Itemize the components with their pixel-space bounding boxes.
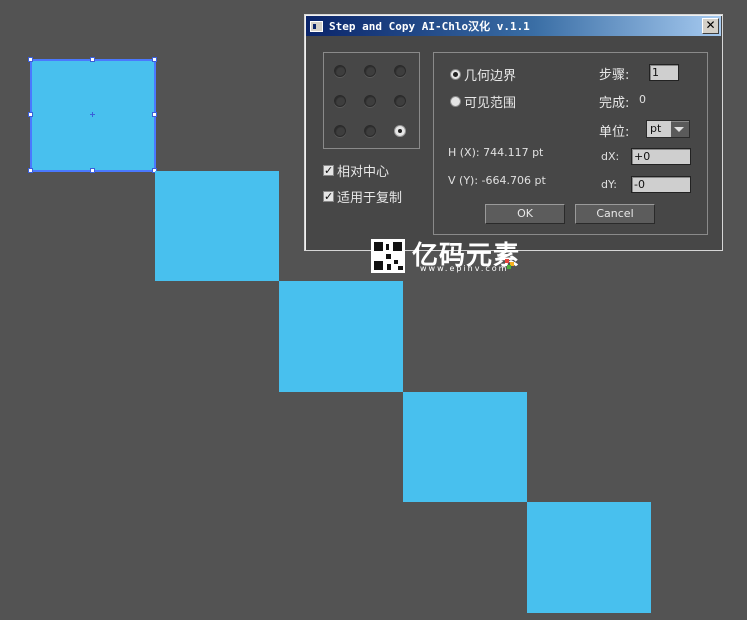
chevron-down-icon: [674, 127, 684, 132]
radio-selected-icon: [450, 69, 461, 80]
done-label: 完成:: [599, 96, 630, 111]
dialog-title: Step and Copy AI-Chlo汉化 v.1.1: [329, 20, 530, 33]
done-value: 0: [639, 93, 646, 106]
dy-label: dY:: [601, 178, 617, 191]
radio-unselected-icon: [450, 96, 461, 107]
dy-input[interactable]: -0: [631, 176, 691, 193]
geometric-bounds-label: 几何边界: [464, 69, 517, 84]
apply-to-copy-checkbox[interactable]: ✓ 适用于复制: [323, 187, 402, 206]
unit-select[interactable]: pt: [646, 120, 690, 138]
relative-center-checkbox[interactable]: ✓ 相对中心: [323, 161, 389, 180]
anchor-dot-center[interactable]: [364, 95, 376, 107]
anchor-dot-middle-left[interactable]: [334, 95, 346, 107]
anchor-dot-top-center[interactable]: [364, 65, 376, 77]
selection-handle[interactable]: [28, 112, 33, 117]
dialog-titlebar[interactable]: Step and Copy AI-Chlo汉化 v.1.1 ✕: [306, 16, 721, 36]
dx-label: dX:: [601, 150, 620, 163]
close-button[interactable]: ✕: [702, 18, 719, 34]
h-offset-readout: H (X): 744.117 pt: [448, 146, 544, 159]
anchor-dot-bottom-right[interactable]: [394, 125, 406, 137]
qr-code-icon: [371, 239, 405, 273]
selection-center-mark: [90, 112, 95, 117]
steps-input[interactable]: 1: [649, 64, 679, 81]
anchor-dot-top-right[interactable]: [394, 65, 406, 77]
copied-square[interactable]: [155, 171, 279, 281]
cancel-button[interactable]: Cancel: [575, 204, 655, 224]
step-and-copy-dialog: Step and Copy AI-Chlo汉化 v.1.1 ✕ ✓ 相对中心 ✓…: [304, 14, 723, 251]
selection-handle[interactable]: [90, 57, 95, 62]
v-offset-readout: V (Y): -664.706 pt: [448, 174, 546, 187]
selection-handle[interactable]: [152, 112, 157, 117]
geometric-bounds-radio[interactable]: 几何边界: [450, 65, 516, 84]
options-panel: 几何边界 可见范围 H (X): 744.117 pt V (Y): -664.…: [433, 52, 708, 235]
copied-square[interactable]: [403, 392, 527, 502]
checkmark-icon: ✓: [323, 164, 334, 177]
anchor-dot-top-left[interactable]: [334, 65, 346, 77]
checkmark-icon: ✓: [323, 190, 334, 203]
relative-center-label: 相对中心: [337, 165, 390, 180]
watermark-logo-icon: [505, 259, 519, 269]
anchor-dot-bottom-center[interactable]: [364, 125, 376, 137]
selection-handle[interactable]: [90, 168, 95, 173]
apply-to-copy-label: 适用于复制: [337, 191, 403, 206]
anchor-dot-bottom-left[interactable]: [334, 125, 346, 137]
copied-square[interactable]: [527, 502, 651, 613]
selection-handle[interactable]: [152, 57, 157, 62]
watermark: 亿码元素 www.epinv.com: [371, 239, 521, 275]
watermark-url: www.epinv.com: [420, 264, 509, 273]
visible-bounds-label: 可见范围: [464, 96, 517, 111]
steps-label: 步骤:: [599, 68, 630, 83]
anchor-point-grid: [323, 52, 420, 149]
anchor-dot-middle-right[interactable]: [394, 95, 406, 107]
selection-handle[interactable]: [28, 168, 33, 173]
copied-square[interactable]: [279, 281, 403, 392]
unit-select-value: pt: [647, 121, 671, 137]
unit-label: 单位:: [599, 125, 630, 140]
dx-input[interactable]: +0: [631, 148, 691, 165]
visible-bounds-radio[interactable]: 可见范围: [450, 92, 516, 111]
selection-handle[interactable]: [28, 57, 33, 62]
ok-button[interactable]: OK: [485, 204, 565, 224]
app-icon: [310, 20, 323, 32]
